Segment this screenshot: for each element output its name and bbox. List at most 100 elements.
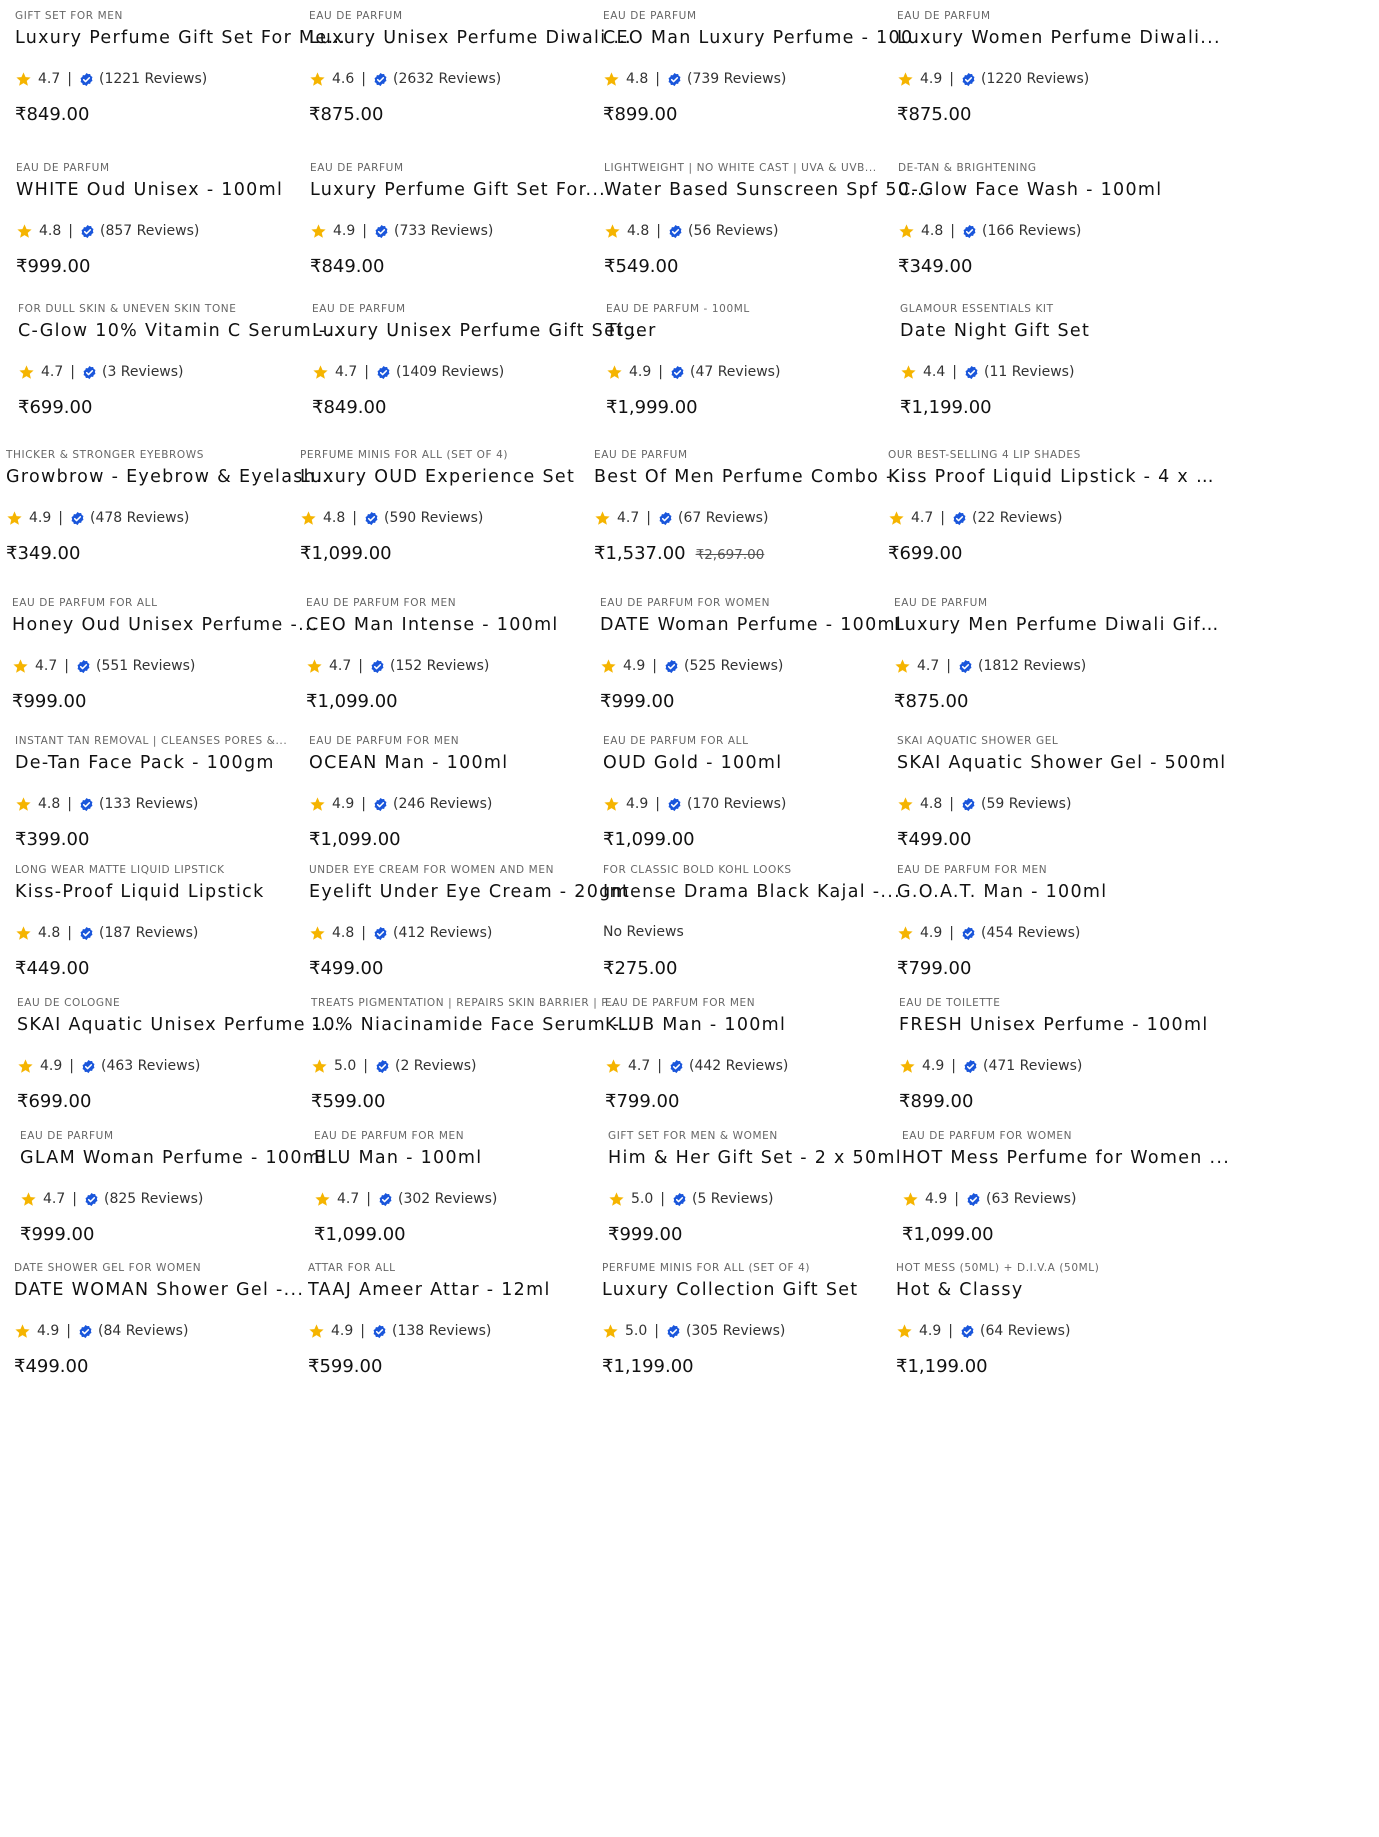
product-title[interactable]: Hot & Classy <box>896 1280 1226 1300</box>
product-title[interactable]: WHITE Oud Unisex - 100ml <box>16 180 346 200</box>
product-card[interactable]: Eau De Parfum CEO Man Luxury Perfume - 1… <box>603 10 933 140</box>
product-title[interactable]: OCEAN Man - 100ml <box>309 753 639 773</box>
product-title[interactable]: 10% Niacinamide Face Serum -... <box>311 1015 641 1035</box>
review-count[interactable]: (67 Reviews) <box>678 510 768 526</box>
review-count[interactable]: (2632 Reviews) <box>393 71 501 87</box>
review-count[interactable]: (1409 Reviews) <box>396 364 504 380</box>
product-card[interactable]: Eau De Parfum GLAM Woman Perfume - 100ml… <box>20 1130 350 1260</box>
product-card[interactable]: Long Wear Matte Liquid Lipstick Kiss-Pro… <box>15 864 345 994</box>
product-card[interactable]: Eau De Parfum For Men BLU Man - 100ml 4.… <box>314 1130 644 1260</box>
product-card[interactable]: Eau De Parfum - 100ml Tiger 4.9 | (47 Re… <box>606 303 936 433</box>
product-card[interactable]: Eau De Parfum Luxury Men Perfume Diwali … <box>894 597 1224 727</box>
product-title[interactable]: DATE WOMAN Shower Gel -... <box>14 1280 344 1300</box>
product-title[interactable]: DATE Woman Perfume - 100ml <box>600 615 930 635</box>
product-title[interactable]: Luxury Women Perfume Diwali... <box>897 28 1227 48</box>
product-title[interactable]: C-Glow Face Wash - 100ml <box>898 180 1228 200</box>
product-title[interactable]: Eyelift Under Eye Cream - 20gm <box>309 882 639 902</box>
product-title[interactable]: BLU Man - 100ml <box>314 1148 644 1168</box>
product-title[interactable]: Tiger <box>606 321 936 341</box>
review-count[interactable]: (471 Reviews) <box>983 1058 1082 1074</box>
review-count[interactable]: (1812 Reviews) <box>978 658 1086 674</box>
review-count[interactable]: (3 Reviews) <box>102 364 184 380</box>
product-title[interactable]: TAAJ Ameer Attar - 12ml <box>308 1280 638 1300</box>
review-count[interactable]: (551 Reviews) <box>96 658 195 674</box>
review-count[interactable]: (64 Reviews) <box>980 1323 1070 1339</box>
product-card[interactable]: Attar For All TAAJ Ameer Attar - 12ml 4.… <box>308 1262 638 1392</box>
product-title[interactable]: Luxury Perfume Gift Set For Me... <box>15 28 345 48</box>
product-title[interactable]: CEO Man Intense - 100ml <box>306 615 636 635</box>
product-card[interactable]: Date Shower Gel For Women DATE WOMAN Sho… <box>14 1262 344 1392</box>
product-title[interactable]: FRESH Unisex Perfume - 100ml <box>899 1015 1229 1035</box>
review-count[interactable]: (590 Reviews) <box>384 510 483 526</box>
review-count[interactable]: (5 Reviews) <box>692 1191 774 1207</box>
product-title[interactable]: Luxury Perfume Gift Set For... <box>310 180 640 200</box>
product-title[interactable]: HOT Mess Perfume for Women ... <box>902 1148 1232 1168</box>
review-count[interactable]: (59 Reviews) <box>981 796 1071 812</box>
product-title[interactable]: Luxury Men Perfume Diwali Gift... <box>894 615 1224 635</box>
review-count[interactable]: (412 Reviews) <box>393 925 492 941</box>
product-card[interactable]: Eau De Parfum For Women HOT Mess Perfume… <box>902 1130 1232 1260</box>
product-card[interactable]: For Dull Skin & Uneven Skin Tone C-Glow … <box>18 303 348 433</box>
product-title[interactable]: Growbrow - Eyebrow & Eyelash... <box>6 467 336 487</box>
product-title[interactable]: Honey Oud Unisex Perfume -... <box>12 615 342 635</box>
review-count[interactable]: (152 Reviews) <box>390 658 489 674</box>
product-title[interactable]: Luxury Unisex Perfume Diwali G... <box>309 28 639 48</box>
review-count[interactable]: (442 Reviews) <box>689 1058 788 1074</box>
review-count[interactable]: (56 Reviews) <box>688 223 778 239</box>
product-card[interactable]: Under Eye Cream For Women And Men Eyelif… <box>309 864 639 994</box>
review-count[interactable]: (2 Reviews) <box>395 1058 477 1074</box>
review-count[interactable]: (478 Reviews) <box>90 510 189 526</box>
product-card[interactable]: Eau De Parfum Best Of Men Perfume Combo … <box>594 449 924 579</box>
review-count[interactable]: (63 Reviews) <box>986 1191 1076 1207</box>
review-count[interactable]: (525 Reviews) <box>684 658 783 674</box>
product-card[interactable]: Eau De Parfum WHITE Oud Unisex - 100ml 4… <box>16 162 346 292</box>
review-count[interactable]: (166 Reviews) <box>982 223 1081 239</box>
review-count[interactable]: (170 Reviews) <box>687 796 786 812</box>
product-title[interactable]: Luxury Unisex Perfume Gift Set ... <box>312 321 642 341</box>
review-count[interactable]: (47 Reviews) <box>690 364 780 380</box>
product-title[interactable]: CEO Man Luxury Perfume - 100ml <box>603 28 933 48</box>
product-card[interactable]: Treats Pigmentation | Repairs Skin Barri… <box>311 997 641 1127</box>
product-title[interactable]: Luxury Collection Gift Set <box>602 1280 932 1300</box>
product-card[interactable]: Hot Mess (50ml) + D.I.V.A (50ml) Hot & C… <box>896 1262 1226 1392</box>
review-count[interactable]: (133 Reviews) <box>99 796 198 812</box>
product-card[interactable]: Eau De Parfum For Men KLUB Man - 100ml 4… <box>605 997 935 1127</box>
review-count[interactable]: (305 Reviews) <box>686 1323 785 1339</box>
review-count[interactable]: (733 Reviews) <box>394 223 493 239</box>
product-title[interactable]: Luxury OUD Experience Set <box>300 467 630 487</box>
product-card[interactable]: Lightweight | No White Cast | UVA & UVB.… <box>604 162 934 292</box>
product-card[interactable]: Eau De Parfum For All Honey Oud Unisex P… <box>12 597 342 727</box>
product-card[interactable]: Eau De Cologne SKAI Aquatic Unisex Perfu… <box>17 997 347 1127</box>
review-count[interactable]: (463 Reviews) <box>101 1058 200 1074</box>
product-title[interactable]: Kiss-Proof Liquid Lipstick <box>15 882 345 902</box>
product-card[interactable]: Instant Tan Removal | Cleanses Pores &..… <box>15 735 345 865</box>
product-card[interactable]: Eau De Parfum Luxury Perfume Gift Set Fo… <box>310 162 640 292</box>
product-card[interactable]: Gift Set For Men Luxury Perfume Gift Set… <box>15 10 345 140</box>
product-card[interactable]: Our Best-Selling 4 Lip Shades Kiss Proof… <box>888 449 1218 579</box>
product-card[interactable]: Eau De Toilette FRESH Unisex Perfume - 1… <box>899 997 1229 1127</box>
product-title[interactable]: OUD Gold - 100ml <box>603 753 933 773</box>
product-card[interactable]: Gift Set For Men & Women Him & Her Gift … <box>608 1130 938 1260</box>
review-count[interactable]: (84 Reviews) <box>98 1323 188 1339</box>
review-count[interactable]: (1220 Reviews) <box>981 71 1089 87</box>
product-card[interactable]: Eau De Parfum For Men CEO Man Intense - … <box>306 597 636 727</box>
review-count[interactable]: (11 Reviews) <box>984 364 1074 380</box>
product-card[interactable]: Perfume Minis For All (Set Of 4) Luxury … <box>300 449 630 579</box>
product-card[interactable]: De-Tan & Brightening C-Glow Face Wash - … <box>898 162 1228 292</box>
product-card[interactable]: Perfume Minis For All (Set Of 4) Luxury … <box>602 1262 932 1392</box>
product-card[interactable]: Eau De Parfum Luxury Women Perfume Diwal… <box>897 10 1227 140</box>
product-card[interactable]: For Classic Bold Kohl Looks Intense Dram… <box>603 864 933 994</box>
product-title[interactable]: KLUB Man - 100ml <box>605 1015 935 1035</box>
product-card[interactable]: Glamour Essentials Kit Date Night Gift S… <box>900 303 1230 433</box>
review-count[interactable]: (825 Reviews) <box>104 1191 203 1207</box>
product-card[interactable]: Eau De Parfum Luxury Unisex Perfume Diwa… <box>309 10 639 140</box>
product-title[interactable]: Date Night Gift Set <box>900 321 1230 341</box>
product-card[interactable]: Eau De Parfum For Men OCEAN Man - 100ml … <box>309 735 639 865</box>
product-title[interactable]: Intense Drama Black Kajal -... <box>603 882 933 902</box>
product-card[interactable]: Eau De Parfum For Men G.O.A.T. Man - 100… <box>897 864 1227 994</box>
review-count[interactable]: (739 Reviews) <box>687 71 786 87</box>
product-title[interactable]: Best Of Men Perfume Combo -... <box>594 467 924 487</box>
product-title[interactable]: G.O.A.T. Man - 100ml <box>897 882 1227 902</box>
product-title[interactable]: De-Tan Face Pack - 100gm <box>15 753 345 773</box>
product-card[interactable]: Eau De Parfum For All OUD Gold - 100ml 4… <box>603 735 933 865</box>
